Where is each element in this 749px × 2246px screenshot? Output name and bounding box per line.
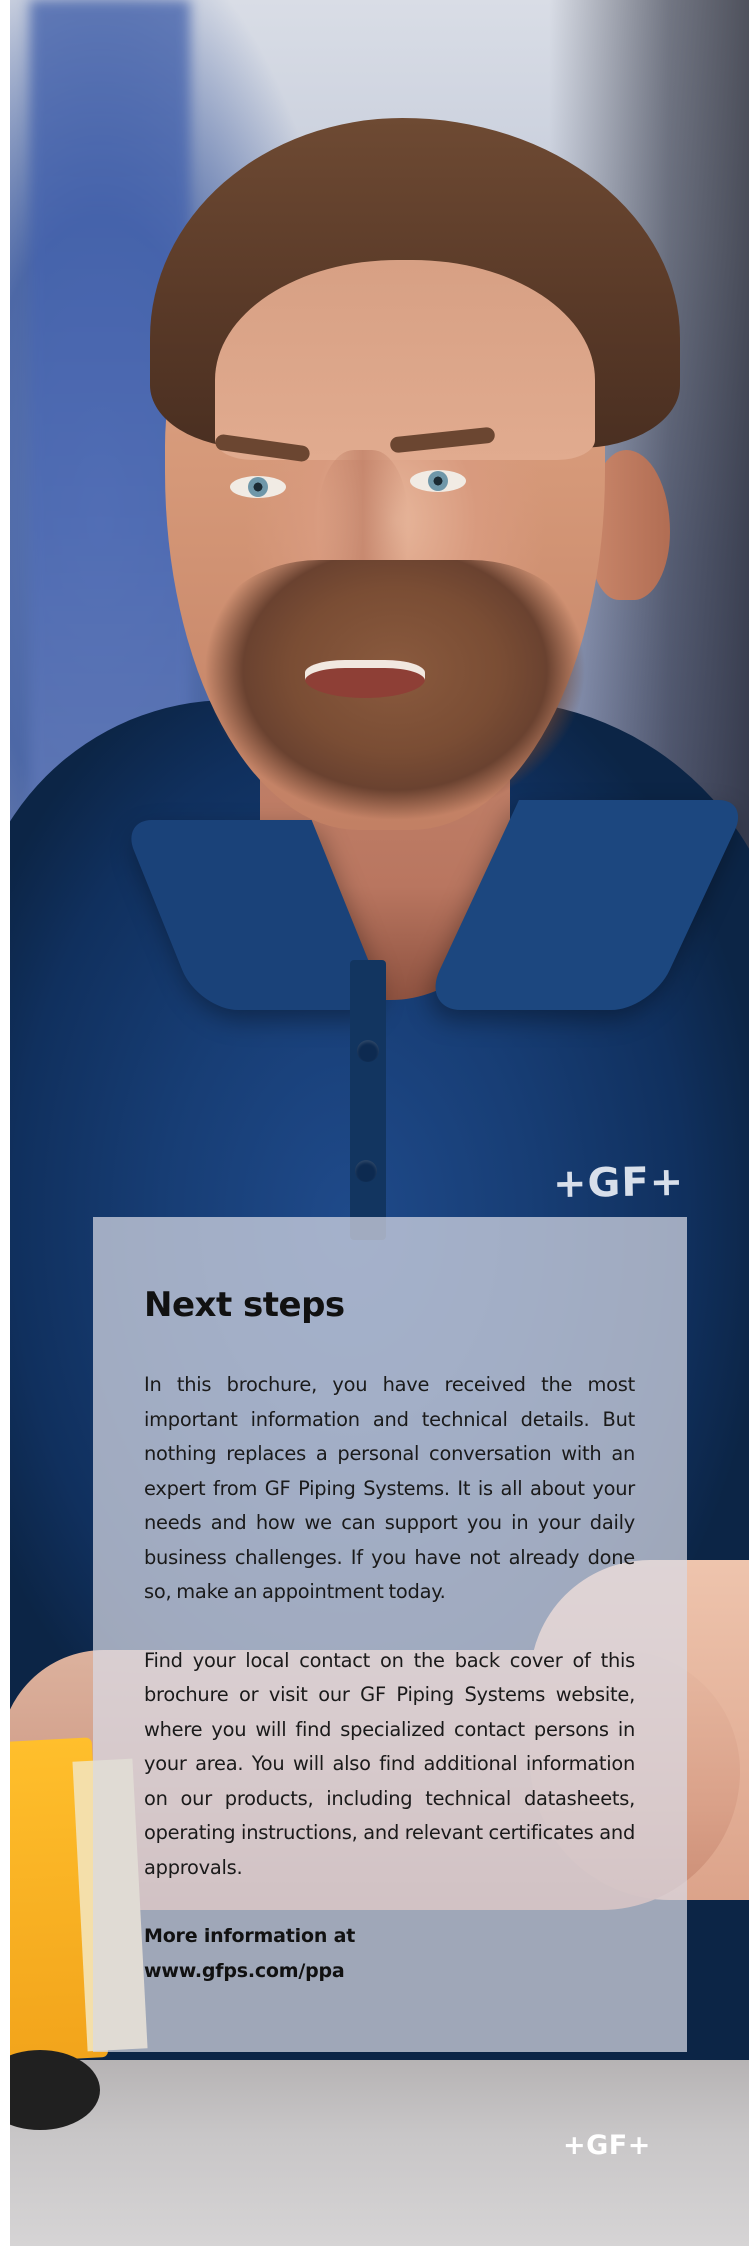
eye-right: [410, 470, 466, 492]
more-information: More information at www.gfps.com/ppa: [144, 1919, 635, 1988]
panel-title: Next steps: [144, 1285, 345, 1325]
shirt-button: [355, 1160, 377, 1182]
next-steps-panel: Next steps In this brochure, you have re…: [93, 1217, 687, 2052]
more-info-label: More information at: [144, 1925, 356, 1948]
panel-paragraph-2: Find your local contact on the back cove…: [144, 1648, 635, 1879]
beard: [205, 560, 585, 860]
panel-paragraph-1: In this brochure, you have received the …: [144, 1373, 635, 1604]
eye-left: [230, 476, 286, 498]
shirt-placket: [350, 960, 386, 1240]
mouth: [305, 660, 425, 698]
shirt-button: [357, 1040, 379, 1062]
shirt-gf-logo: +GF+: [552, 1158, 685, 1208]
brochure-page: +GF+ Next steps In this brochure, you ha…: [10, 0, 749, 2246]
gf-logo: +GF+: [563, 2130, 651, 2161]
more-info-link[interactable]: www.gfps.com/ppa: [144, 1954, 635, 1989]
